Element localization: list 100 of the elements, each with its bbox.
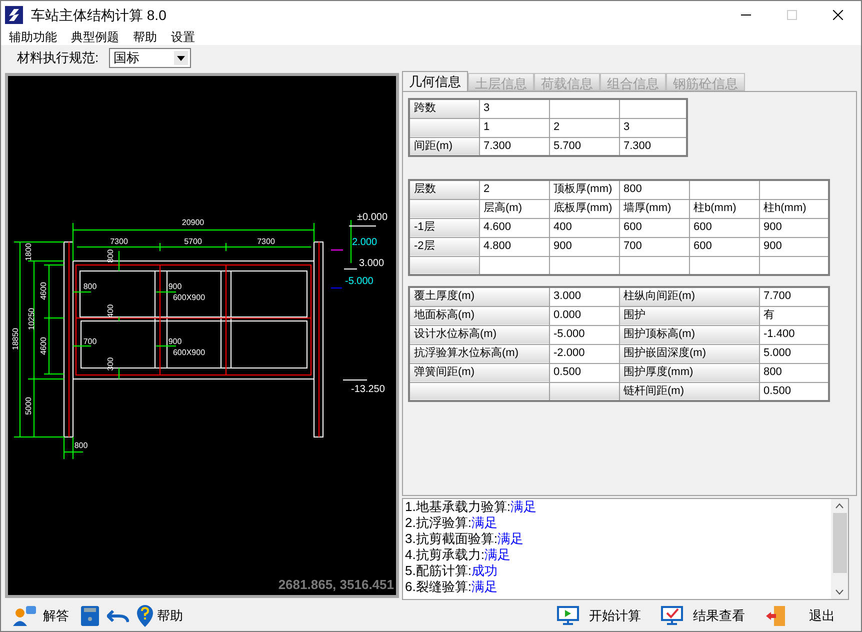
table-cell[interactable]: 5.700 <box>549 137 619 156</box>
dimension-label: 1800 <box>24 243 33 261</box>
help-button[interactable]: 帮助 <box>157 606 183 626</box>
parameter-value[interactable]: 0.000 <box>549 306 619 325</box>
result-line: 5.配筋计算:成功 <box>405 563 498 579</box>
dimension-label: 5000 <box>24 397 33 415</box>
parameter-value[interactable]: 0.500 <box>759 382 829 401</box>
cursor-coordinates: 2681.865, 3516.451 <box>278 576 394 594</box>
standard-label: 材料执行规范: <box>17 49 99 68</box>
dimension-label: 4600 <box>39 282 48 300</box>
table-cell[interactable]: 柱b(mm) <box>689 199 759 218</box>
dimension-label: 900 <box>168 282 182 291</box>
table-cell[interactable]: 顶板厚(mm) <box>549 180 619 199</box>
dimension-label: 900 <box>168 337 182 346</box>
table-cell[interactable]: 1 <box>479 118 549 137</box>
parameter-label: 围护顶标高(m) <box>619 325 759 344</box>
parameter-value[interactable]: 5.000 <box>759 344 829 363</box>
parameter-label: 围护嵌固深度(m) <box>619 344 759 363</box>
table-cell[interactable]: 400 <box>549 218 619 237</box>
menu-item[interactable]: 典型例题 <box>71 28 119 46</box>
menu-item[interactable]: 辅助功能 <box>9 28 57 46</box>
view-results-button[interactable]: 结果查看 <box>693 606 745 626</box>
table-cell[interactable]: 900 <box>759 218 829 237</box>
dimension-label: 600X900 <box>172 348 206 357</box>
parameter-label: 围护 <box>619 306 759 325</box>
parameter-label: 地面标高(m) <box>409 306 549 325</box>
parameter-label: 柱纵向间距(m) <box>619 287 759 306</box>
dimension-label: 18850 <box>11 328 20 350</box>
undo-icon[interactable] <box>107 609 129 623</box>
table-cell[interactable]: 600 <box>689 218 759 237</box>
help-icon[interactable] <box>137 605 153 627</box>
answer-button[interactable]: 解答 <box>43 606 69 626</box>
standard-dropdown[interactable]: 国标 <box>108 48 191 68</box>
result-line: 1.地基承载力验算:满足 <box>405 499 538 515</box>
table-cell[interactable]: 7.300 <box>479 137 549 156</box>
table-cell[interactable]: 层高(m) <box>479 199 549 218</box>
parameter-value[interactable]: -1.400 <box>759 325 829 344</box>
table-cell[interactable]: 2 <box>479 180 549 199</box>
dimension-label: 7300 <box>257 237 275 246</box>
table-cell[interactable]: 7.300 <box>619 137 687 156</box>
dimension-label: 600X900 <box>172 293 206 302</box>
tab[interactable]: 几何信息 <box>402 71 468 91</box>
dimension-label: 3.000 <box>359 258 384 269</box>
dimension-label: ±0.000 <box>357 212 388 223</box>
table-cell[interactable]: 800 <box>619 180 689 199</box>
parameter-value[interactable]: 0.500 <box>549 363 619 382</box>
app-logo-icon <box>5 6 23 24</box>
row-header: 间距(m) <box>409 137 479 156</box>
start-calculation-button[interactable]: 开始计算 <box>589 606 641 626</box>
row-header: -1层 <box>409 218 479 237</box>
result-line: 3.抗剪截面验算:满足 <box>405 531 524 547</box>
dimension-label: 5700 <box>184 237 202 246</box>
monitor-check-icon <box>661 606 683 626</box>
close-icon <box>833 10 843 20</box>
parameter-value[interactable]: 3.000 <box>549 287 619 306</box>
table-cell[interactable]: 柱h(mm) <box>759 199 829 218</box>
dimension-label: 400 <box>106 304 115 318</box>
scrollbar[interactable] <box>831 499 848 599</box>
table-cell[interactable]: 3 <box>619 118 687 137</box>
dimension-label: 800 <box>74 441 88 450</box>
parameter-label: 设计水位标高(m) <box>409 325 549 344</box>
table-cell[interactable]: 4.600 <box>479 218 549 237</box>
parameter-value[interactable]: 800 <box>759 363 829 382</box>
dimension-label: 20900 <box>182 218 204 227</box>
result-line: 6.裂缝验算:满足 <box>405 579 498 595</box>
table-cell[interactable]: 底板厚(mm) <box>549 199 619 218</box>
parameter-label: 抗浮验算水位标高(m) <box>409 344 549 363</box>
elevation-marker <box>344 268 358 270</box>
dimension-label: 2.000 <box>352 237 378 248</box>
result-line: 4.抗剪承载力:满足 <box>405 547 512 563</box>
dimension-label: -5.000 <box>345 276 374 287</box>
menu-item[interactable]: 设置 <box>171 28 195 46</box>
window-title: 车站主体结构计算 8.0 <box>31 6 166 24</box>
parameter-label: 链杆间距(m) <box>619 382 759 401</box>
parameter-label: 围护厚度(mm) <box>619 363 759 382</box>
table-cell[interactable]: 2 <box>549 118 619 137</box>
dimension-label: -13.250 <box>351 384 385 395</box>
result-line: 2.抗浮验算:满足 <box>405 515 498 531</box>
row-header: -2层 <box>409 237 479 256</box>
table-cell[interactable]: 700 <box>619 237 689 256</box>
table-cell[interactable]: 600 <box>689 237 759 256</box>
parameter-value[interactable]: 有 <box>759 306 829 325</box>
table-cell[interactable]: 900 <box>549 237 619 256</box>
parameter-value[interactable]: 7.700 <box>759 287 829 306</box>
table-cell[interactable]: 4.800 <box>479 237 549 256</box>
table-cell[interactable]: 600 <box>619 218 689 237</box>
maximize-icon <box>787 10 797 20</box>
parameter-value[interactable]: -2.000 <box>549 344 619 363</box>
parameter-value[interactable]: -5.000 <box>549 325 619 344</box>
menu-item[interactable]: 帮助 <box>133 28 157 46</box>
table-cell[interactable]: 3 <box>479 99 549 118</box>
exit-door-icon[interactable] <box>765 605 787 627</box>
row-header: 跨数 <box>409 99 479 118</box>
row-header: 层数 <box>409 180 479 199</box>
table-cell[interactable]: 墙厚(mm) <box>619 199 689 218</box>
dimension-label: 7300 <box>110 237 128 246</box>
dimension-label: 800 <box>83 282 97 291</box>
user-chat-icon[interactable] <box>13 605 37 627</box>
table-cell[interactable]: 900 <box>759 237 829 256</box>
exit-button[interactable]: 退出 <box>809 606 835 626</box>
